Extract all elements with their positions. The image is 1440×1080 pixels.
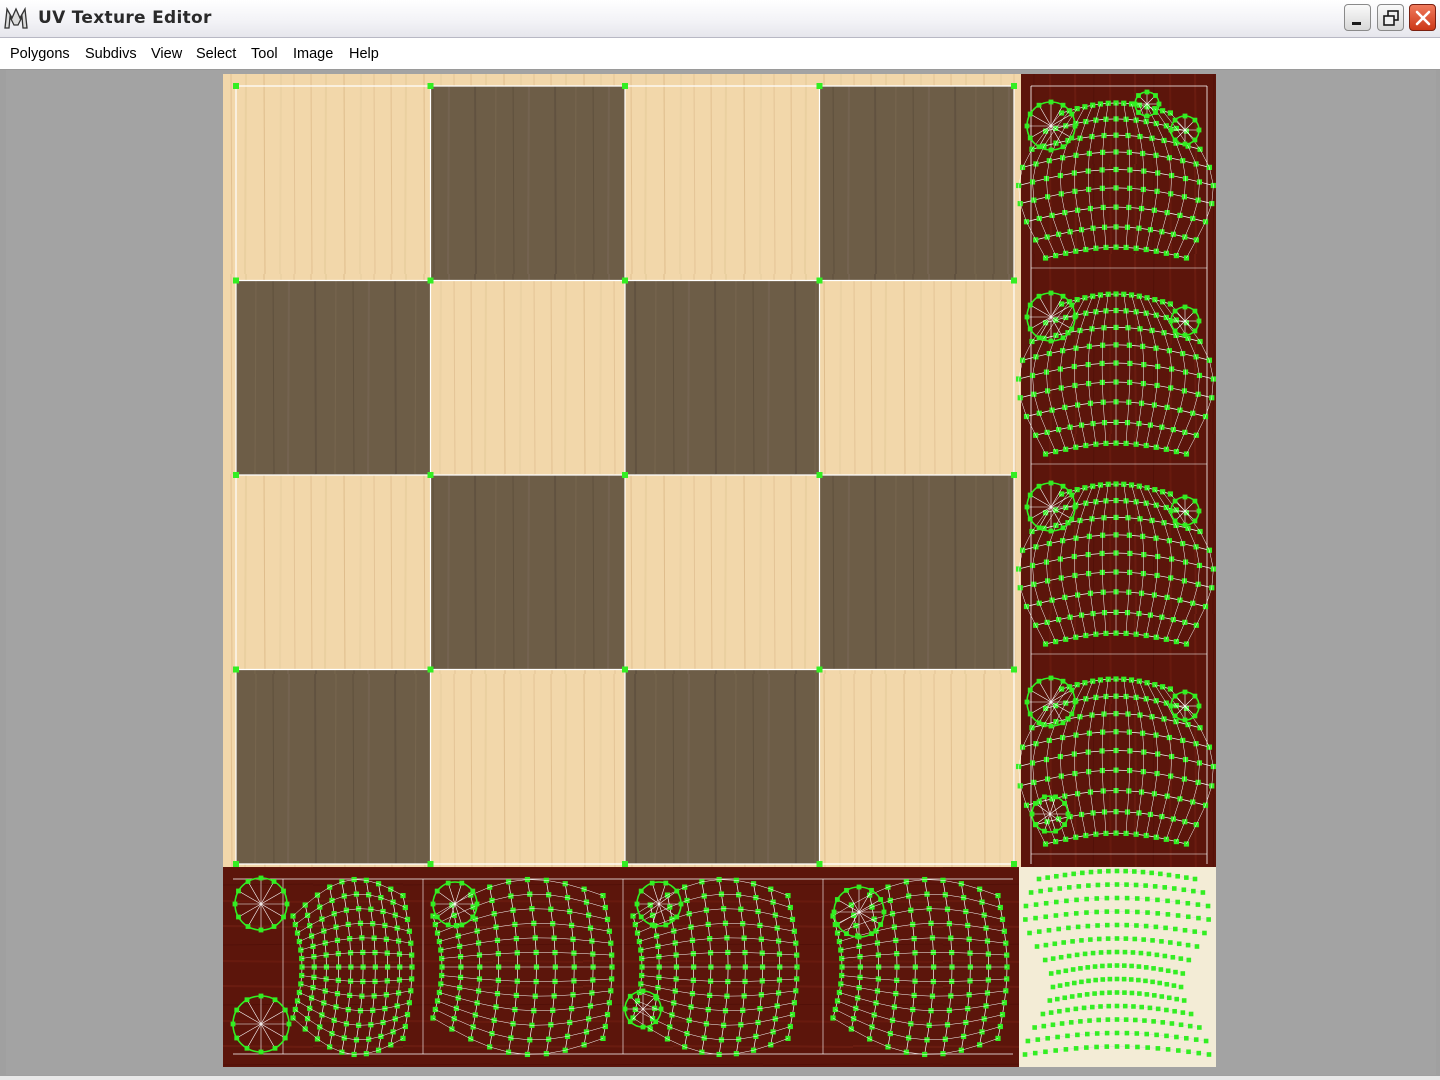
board-square [625, 86, 820, 281]
menu-bar: Polygons Subdivs View Select Tool Image … [0, 38, 1440, 70]
board-square [625, 669, 820, 864]
board-square [819, 669, 1014, 864]
close-icon [1415, 10, 1431, 26]
board-square [236, 280, 431, 475]
board-square [625, 280, 820, 475]
menu-view[interactable]: View [151, 46, 182, 62]
menu-select[interactable]: Select [196, 46, 236, 62]
board-square [236, 669, 431, 864]
board-square [819, 280, 1014, 475]
menu-polygons[interactable]: Polygons [10, 46, 70, 62]
minimize-icon [1352, 22, 1361, 25]
board-square [430, 475, 625, 670]
board-square [236, 86, 431, 281]
menu-image[interactable]: Image [293, 46, 333, 62]
board-square [625, 475, 820, 670]
board-square [236, 475, 431, 670]
minimize-button[interactable] [1344, 4, 1371, 31]
menu-tool[interactable]: Tool [251, 46, 278, 62]
status-strip [0, 1076, 1440, 1080]
board-square [430, 280, 625, 475]
maya-logo-icon [4, 6, 28, 29]
uv-texture-canvas[interactable] [223, 74, 1216, 1067]
menu-help[interactable]: Help [349, 46, 379, 62]
board-square [819, 475, 1014, 670]
title-bar[interactable]: UV Texture Editor [0, 0, 1440, 38]
restore-button[interactable] [1377, 4, 1404, 31]
window-title: UV Texture Editor [38, 8, 212, 28]
board-square [430, 669, 625, 864]
board-square [430, 86, 625, 281]
close-button[interactable] [1409, 4, 1436, 31]
restore-icon [1383, 10, 1399, 26]
board-square [819, 86, 1014, 281]
menu-subdivs[interactable]: Subdivs [85, 46, 137, 62]
